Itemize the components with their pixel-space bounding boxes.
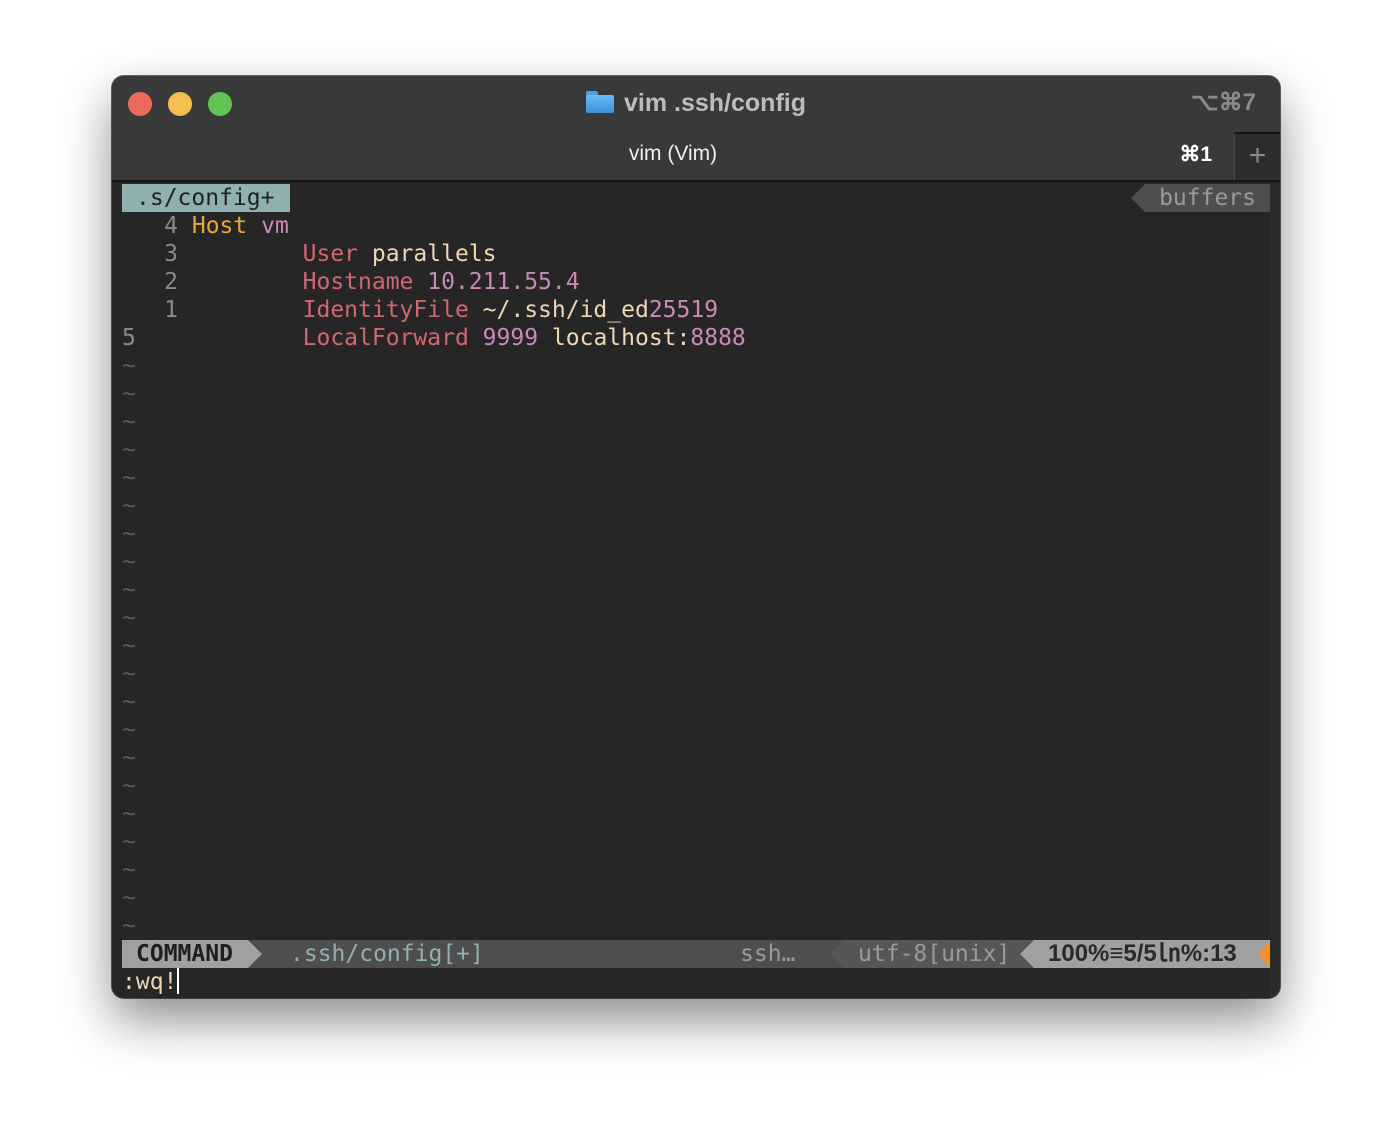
line-number: 1 bbox=[164, 297, 178, 323]
empty-line-marker: ~ bbox=[122, 409, 136, 435]
buffer-line[interactable]: 5 LocalForward 9999 localhost:8888 bbox=[122, 324, 1270, 352]
tab-shortcut: ⌘1 bbox=[1179, 143, 1212, 166]
code-token: IdentityFile bbox=[302, 297, 469, 323]
plus-icon: + bbox=[1248, 139, 1267, 172]
empty-line-marker: ~ bbox=[122, 689, 136, 715]
warning-indicator bbox=[1258, 940, 1270, 968]
code-token: LocalForward bbox=[302, 325, 469, 351]
empty-line-marker: ~ bbox=[122, 353, 136, 379]
empty-line-marker: ~ bbox=[122, 577, 136, 603]
window-shortcut: ⌥⌘7 bbox=[1190, 89, 1256, 116]
title-bar: vim .ssh/config ⌥⌘7 bbox=[112, 76, 1280, 128]
empty-line-marker: ~ bbox=[122, 745, 136, 771]
vim-tabline: .s/config+ buffers bbox=[122, 184, 1270, 212]
vim-editor[interactable]: .s/config+ buffers 4 Host vm 3 User paral… bbox=[122, 184, 1270, 998]
statusline-encoding: utf-8[unix] bbox=[830, 940, 1032, 968]
empty-line-marker: ~ bbox=[122, 633, 136, 659]
buffer-line[interactable]: 3 User parallels bbox=[122, 240, 1270, 268]
code-token: User bbox=[302, 241, 359, 267]
code-token: parallels bbox=[371, 241, 497, 267]
tab-vim[interactable]: vim (Vim) bbox=[112, 142, 1234, 166]
empty-line-marker: ~ bbox=[122, 521, 136, 547]
terminal-window: vim .ssh/config ⌥⌘7 vim (Vim) ⌘1 + .s/co… bbox=[112, 76, 1280, 998]
code-token: 25519 bbox=[648, 297, 719, 323]
code-token: ~/.ssh/id_ed bbox=[482, 297, 649, 323]
empty-line-marker: ~ bbox=[122, 773, 136, 799]
statusline-filetype: ssh… bbox=[714, 940, 838, 968]
buffer-line[interactable]: 4 Host vm bbox=[122, 212, 1270, 240]
empty-line-marker: ~ bbox=[122, 437, 136, 463]
statusline-position: 100%≡5/5㏑%:13 bbox=[1020, 940, 1260, 968]
line-number: 5 bbox=[122, 325, 136, 351]
empty-line-marker: ~ bbox=[122, 661, 136, 687]
window-title-text: vim .ssh/config bbox=[624, 89, 806, 117]
line-number: 4 bbox=[164, 213, 178, 239]
mode-indicator: COMMAND bbox=[122, 940, 262, 968]
scrollbar-track[interactable] bbox=[1270, 184, 1280, 998]
empty-line-marker: ~ bbox=[122, 381, 136, 407]
empty-line-marker: ~ bbox=[122, 465, 136, 491]
window-title: vim .ssh/config bbox=[112, 88, 1280, 118]
code-token: 8888 bbox=[690, 325, 746, 351]
command-text: :wq! bbox=[122, 969, 178, 995]
empty-line-marker: ~ bbox=[122, 605, 136, 631]
code-token: 10.211.55.4 bbox=[427, 269, 580, 295]
buffer-line[interactable]: 2 Hostname 10.211.55.4 bbox=[122, 268, 1270, 296]
empty-line-marker: ~ bbox=[122, 885, 136, 911]
empty-line-marker: ~ bbox=[122, 493, 136, 519]
code-token: localhost: bbox=[551, 325, 691, 351]
code-token: Host bbox=[191, 213, 248, 239]
command-line[interactable]: :wq! bbox=[122, 968, 1270, 996]
tabline-current-file[interactable]: .s/config+ bbox=[122, 184, 290, 212]
new-tab-button[interactable]: + bbox=[1234, 132, 1280, 180]
buffer-line[interactable]: 1 IdentityFile ~/.ssh/id_ed25519 bbox=[122, 296, 1270, 324]
statusline-filename: .ssh/config[+] bbox=[290, 941, 484, 967]
empty-line-marker: ~ bbox=[122, 913, 136, 939]
tab-bar: vim (Vim) ⌘1 + bbox=[112, 128, 1280, 182]
folder-icon bbox=[586, 91, 614, 113]
vim-statusline: COMMAND .ssh/config[+] ssh… utf-8[unix] … bbox=[122, 940, 1270, 968]
code-token: Hostname bbox=[302, 269, 414, 295]
code-token: 9999 bbox=[482, 325, 539, 351]
text-cursor bbox=[177, 968, 180, 994]
empty-line-marker: ~ bbox=[122, 549, 136, 575]
code-token: vm bbox=[261, 213, 289, 239]
empty-line-marker: ~ bbox=[122, 801, 136, 827]
tabline-buffers-label: buffers bbox=[1131, 184, 1270, 212]
empty-line-marker: ~ bbox=[122, 857, 136, 883]
empty-line-marker: ~ bbox=[122, 829, 136, 855]
line-number: 2 bbox=[164, 269, 178, 295]
line-number: 3 bbox=[164, 241, 178, 267]
empty-line-marker: ~ bbox=[122, 717, 136, 743]
